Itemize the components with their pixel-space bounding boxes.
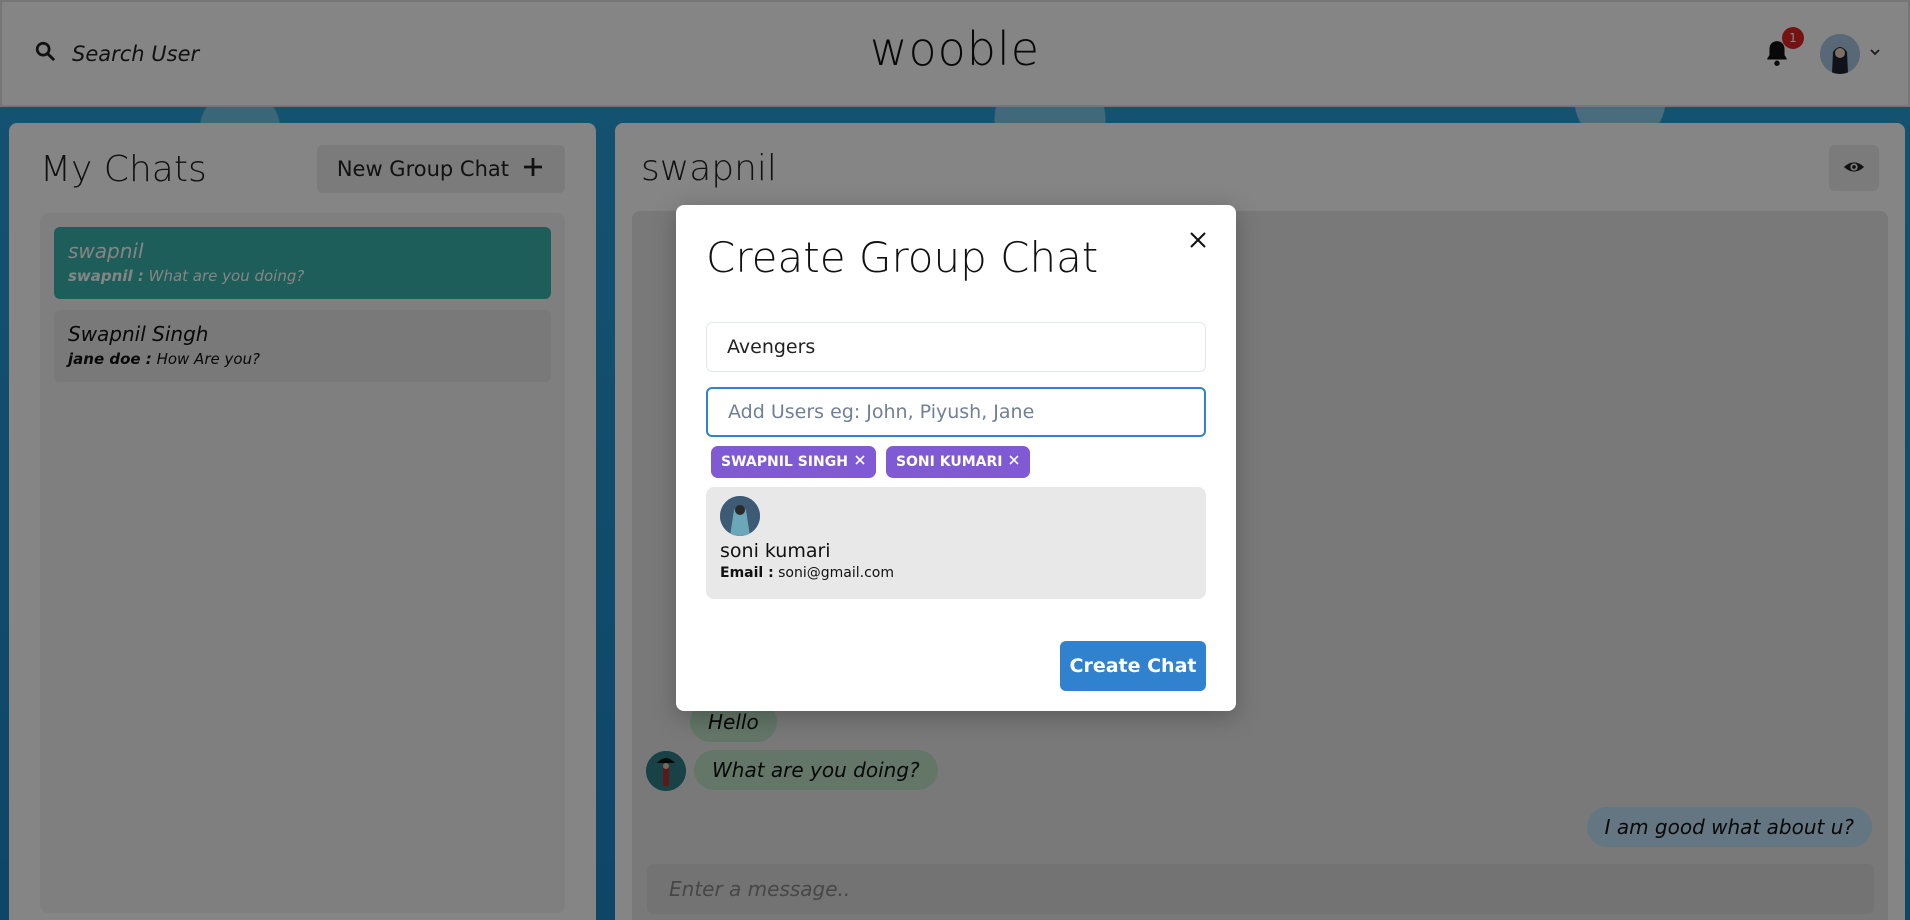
user-tag-label: SWAPNIL SINGH: [721, 454, 848, 470]
user-tag: SONI KUMARI: [885, 446, 1031, 478]
user-tag-label: SONI KUMARI: [895, 454, 1003, 470]
modal-title: Create Group Chat: [706, 233, 1099, 282]
remove-tag-icon[interactable]: [1008, 454, 1020, 470]
selected-users-tags: SWAPNIL SINGH SONI KUMARI: [706, 446, 1206, 478]
create-chat-button[interactable]: Create Chat: [1060, 641, 1206, 691]
result-user-email: Email : soni@gmail.com: [720, 565, 894, 581]
user-search-result[interactable]: soni kumari Email : soni@gmail.com: [706, 487, 1206, 599]
chat-name-field[interactable]: Avengers: [706, 322, 1206, 372]
user-tag: SWAPNIL SINGH: [711, 446, 876, 478]
remove-tag-icon[interactable]: [854, 454, 866, 470]
close-modal-button[interactable]: [1182, 225, 1214, 257]
close-icon: [1189, 231, 1207, 252]
create-group-chat-modal: Create Group Chat Avengers Add Users eg:…: [676, 205, 1236, 711]
add-users-input[interactable]: Add Users eg: John, Piyush, Jane: [706, 387, 1206, 437]
avatar: [720, 496, 760, 536]
result-user-name: soni kumari: [720, 540, 831, 562]
